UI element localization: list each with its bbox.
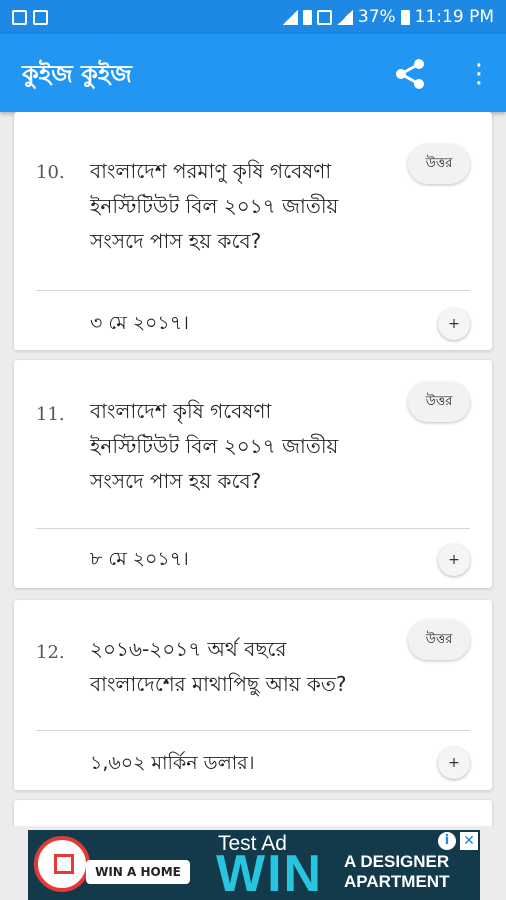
question-line: বাংলাদেশের মাথাপিছু আয় কত? (90, 672, 347, 696)
question-line: বাংলাদেশ পরমাণু কৃষি গবেষণা (90, 159, 332, 183)
house-logo-icon (34, 836, 90, 892)
question-card: 11. বাংলাদেশ কৃষি গবেষণা ইনস্টিটিউট বিল … (14, 360, 492, 588)
status-left-icons (12, 9, 48, 25)
question-text: ২০১৬-২০১৭ অর্থ বছরে বাংলাদেশের মাথাপিছু … (90, 632, 410, 702)
question-card (14, 800, 492, 826)
divider (36, 528, 470, 529)
question-line: সংসদে পাস হয় কবে? (90, 229, 262, 253)
question-line: ২০১৬-২০১৭ অর্থ বছরে (90, 637, 287, 661)
question-line: ইনস্টিটিউট বিল ২০১৭ জাতীয় (90, 434, 339, 458)
question-line: ইনস্টিটিউট বিল ২০১৭ জাতীয় (90, 194, 339, 218)
question-number: 12. (36, 642, 65, 663)
clock: 11:19 PM (414, 7, 494, 27)
win-text: WIN (216, 845, 324, 900)
win-a-home-label: WIN A HOME (86, 860, 190, 884)
ad-banner[interactable]: WIN A HOME Test Ad WIN A DESIGNER APARTM… (28, 830, 480, 900)
status-bar: 37% 11:19 PM (0, 0, 506, 34)
gallery-notification-icon (12, 9, 27, 25)
app-title: কুইজ কুইজ (22, 60, 132, 88)
answer-button[interactable]: উত্তর (408, 144, 470, 184)
more-options-icon[interactable]: ⋮ (466, 58, 492, 90)
question-card: 12. ২০১৬-২০১৭ অর্থ বছরে বাংলাদেশের মাথাপ… (14, 600, 492, 790)
question-text: বাংলাদেশ পরমাণু কৃষি গবেষণা ইনস্টিটিউট ব… (90, 154, 390, 259)
answer-text: ১,৬০২ মার্কিন ডলার। (90, 752, 255, 774)
expand-answer-button[interactable]: + (438, 544, 470, 576)
ad-info-icon[interactable]: i (438, 832, 456, 850)
question-line: বাংলাদেশ কৃষি গবেষণা (90, 399, 272, 423)
question-card: 10. বাংলাদেশ পরমাণু কৃষি গবেষণা ইনস্টিটি… (14, 112, 492, 350)
answer-text: ৩ মে ২০১৭। (90, 312, 189, 334)
signal-icon (336, 9, 353, 25)
divider (36, 730, 470, 731)
question-number: 10. (36, 162, 65, 183)
status-right-icons: 37% 11:19 PM (281, 7, 494, 27)
ad-headline-line2: APARTMENT (344, 872, 450, 891)
lock-notification-icon (33, 9, 48, 25)
ad-headline-line1: A DESIGNER (344, 852, 450, 871)
battery-icon (400, 9, 410, 25)
answer-button[interactable]: উত্তর (408, 382, 470, 422)
question-line: সংসদে পাস হয় কবে? (90, 469, 262, 493)
app-bar: কুইজ কুইজ ⋮ (0, 34, 506, 112)
answer-text: ৮ মে ২০১৭। (90, 548, 189, 570)
expand-answer-button[interactable]: + (438, 747, 470, 779)
ad-headline: A DESIGNER APARTMENT (344, 852, 449, 892)
expand-answer-button[interactable]: + (438, 308, 470, 340)
data-icon (316, 9, 332, 25)
wifi-icon (281, 9, 298, 25)
question-text: বাংলাদেশ কৃষি গবেষণা ইনস্টিটিউট বিল ২০১৭… (90, 394, 390, 499)
answer-button[interactable]: উত্তর (408, 620, 470, 660)
battery-percent: 37% (357, 7, 396, 27)
ad-close-icon[interactable]: ✕ (460, 832, 478, 850)
share-icon[interactable] (392, 56, 428, 92)
question-number: 11. (36, 404, 65, 425)
question-list: 10. বাংলাদেশ পরমাণু কৃষি গবেষণা ইনস্টিটি… (0, 112, 506, 826)
sim-icon (302, 9, 312, 25)
divider (36, 290, 470, 291)
